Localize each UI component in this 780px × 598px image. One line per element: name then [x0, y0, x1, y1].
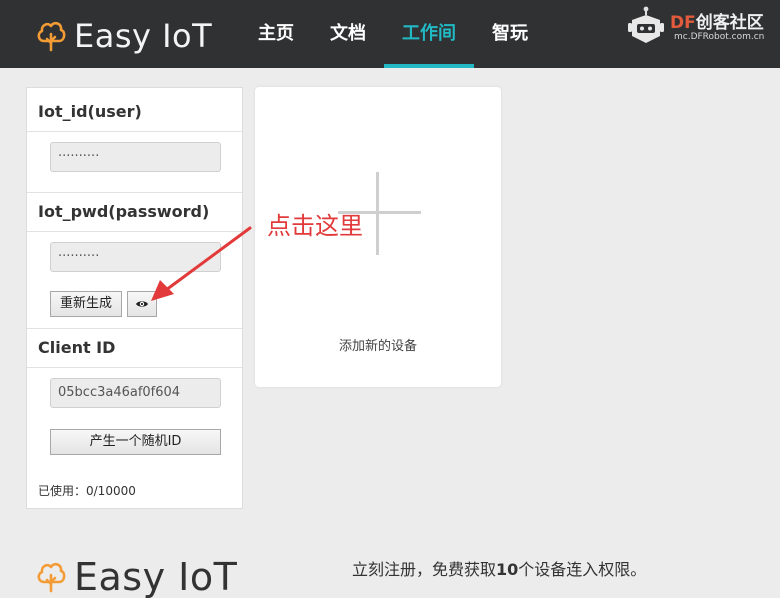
annotation-text: 点击这里	[267, 212, 363, 240]
footer-easy-iot-logo: Easy IoT	[36, 554, 237, 598]
top-navigation-bar: Easy IoT 主页 文档 工作间 智玩 DF创客社区 mc.DFRobot.…	[0, 0, 780, 68]
regenerate-button[interactable]: 重新生成	[50, 291, 122, 317]
cloud-tree-icon	[37, 562, 66, 593]
brand-url: mc.DFRobot.com.cn	[674, 32, 765, 42]
dfrobot-community-brand[interactable]: DF创客社区 mc.DFRobot.com.cn	[626, 4, 776, 48]
nav-workspace[interactable]: 工作间	[384, 0, 474, 68]
show-password-button[interactable]	[127, 291, 157, 317]
brand-name: DF创客社区	[670, 13, 764, 33]
main-nav: 主页 文档 工作间 智玩	[240, 0, 546, 68]
iot-pwd-field[interactable]: ··········	[50, 242, 221, 272]
nav-play[interactable]: 智玩	[474, 0, 546, 68]
easy-iot-logo[interactable]: Easy IoT	[36, 16, 212, 56]
iot-id-title: Iot_id(user)	[27, 92, 242, 132]
eye-icon	[136, 301, 148, 307]
add-device-label: 添加新的设备	[338, 339, 417, 354]
cloud-tree-icon	[37, 21, 66, 52]
credentials-panel: Iot_id(user) ·········· Iot_pwd(password…	[26, 87, 243, 509]
nav-docs[interactable]: 文档	[312, 0, 384, 68]
robot-icon	[628, 6, 664, 43]
iot-id-field[interactable]: ··········	[50, 142, 221, 172]
logo-text: Easy IoT	[74, 17, 213, 55]
client-id-title: Client ID	[27, 328, 242, 368]
generate-random-id-button[interactable]: 产生一个随机ID	[50, 429, 221, 455]
iot-pwd-title: Iot_pwd(password)	[27, 192, 242, 232]
footer-logo-text: Easy IoT	[74, 555, 238, 598]
nav-home[interactable]: 主页	[240, 0, 312, 68]
usage-counter: 已使用：0/10000	[38, 484, 136, 498]
client-id-field[interactable]: 05bcc3a46af0f604	[50, 378, 221, 408]
footer-promo-text: 立刻注册，免费获取10个设备连入权限。	[352, 560, 647, 579]
